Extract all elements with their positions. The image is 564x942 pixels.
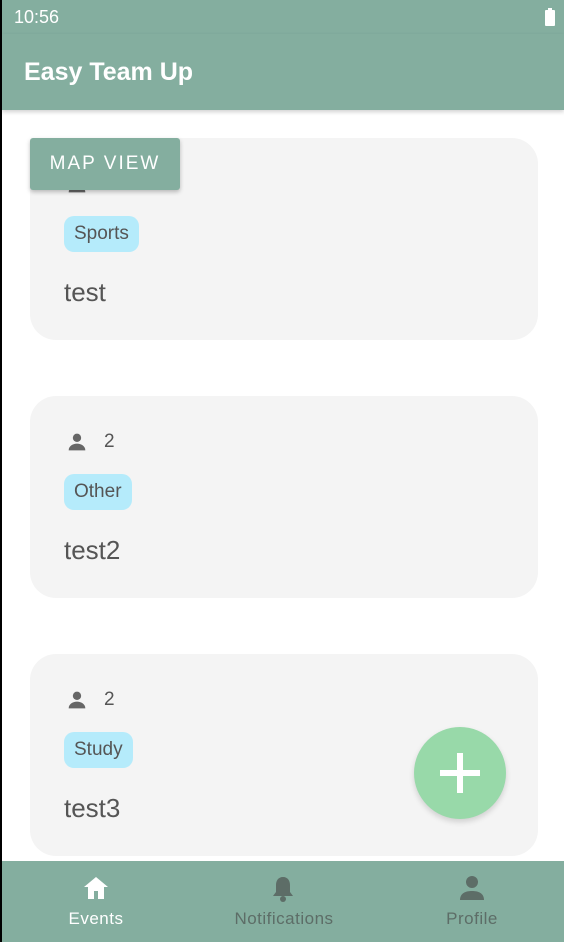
- app-bar: Easy Team Up: [2, 34, 564, 110]
- home-icon: [84, 877, 108, 899]
- category-chip: Sports: [64, 216, 139, 252]
- battery-icon: [545, 8, 555, 26]
- nav-label: Events: [68, 909, 124, 928]
- status-bar: 10:56: [2, 0, 564, 34]
- map-view-button[interactable]: MAP VIEW: [30, 138, 180, 190]
- status-time: 10:56: [14, 7, 60, 27]
- screen: 10:56 Easy Team Up Sports test 2 Other t…: [2, 0, 564, 942]
- event-title: test3: [64, 793, 121, 823]
- participants-count: 2: [104, 431, 115, 452]
- event-card[interactable]: 2 Other test2: [30, 396, 538, 598]
- category-chip: Study: [64, 732, 133, 768]
- plus-icon: [440, 753, 480, 793]
- participants-count: 2: [104, 689, 115, 710]
- bottom-nav: Events Notifications Profile: [2, 861, 564, 942]
- nav-label: Profile: [446, 909, 498, 928]
- event-title: test: [64, 277, 106, 307]
- category-chip: Other: [64, 474, 132, 510]
- person-icon: [460, 876, 484, 900]
- app-title: Easy Team Up: [24, 58, 194, 86]
- nav-label: Notifications: [234, 909, 334, 928]
- person-icon: [68, 691, 86, 709]
- add-event-button[interactable]: [414, 727, 506, 819]
- nav-item-events[interactable]: Events: [2, 861, 190, 942]
- bell-icon: [273, 877, 293, 902]
- event-title: test2: [64, 535, 121, 565]
- person-icon: [68, 433, 86, 451]
- nav-item-profile[interactable]: Profile: [378, 861, 564, 942]
- nav-item-notifications[interactable]: Notifications: [190, 861, 378, 942]
